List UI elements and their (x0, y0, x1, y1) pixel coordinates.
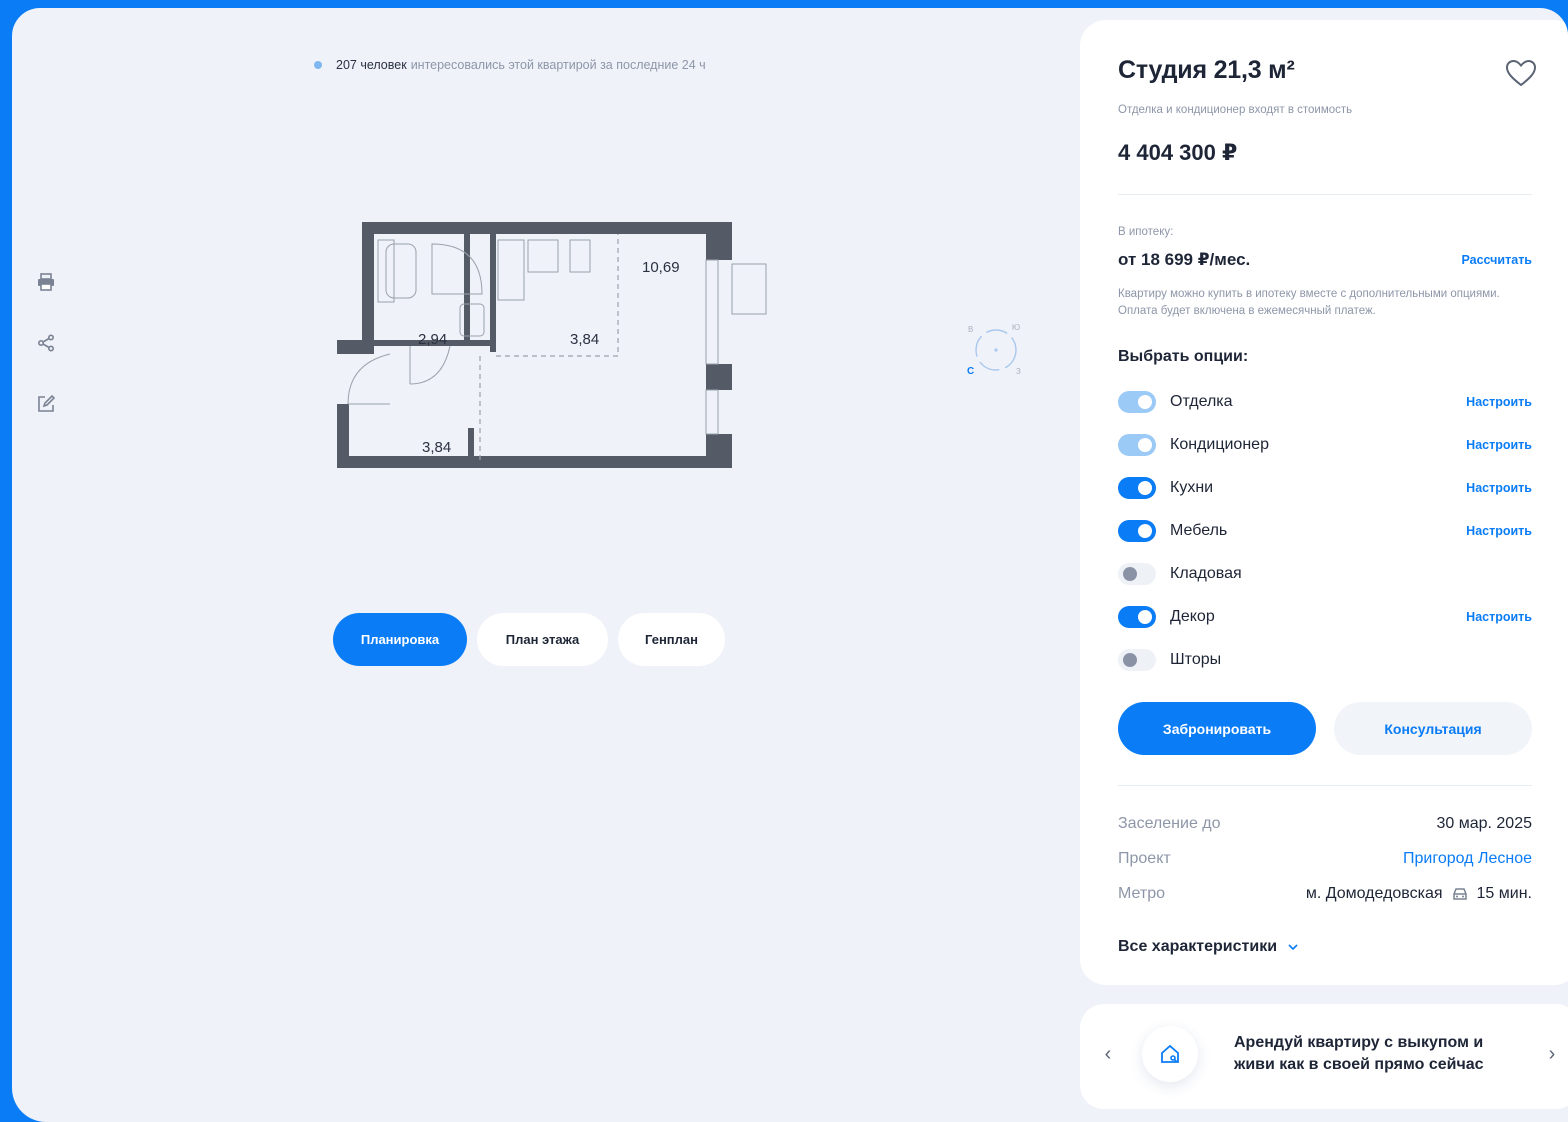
configure-decor-link[interactable]: Настроить (1466, 610, 1532, 624)
configure-finishing-link[interactable]: Настроить (1466, 395, 1532, 409)
option-label: Кондиционер (1170, 436, 1269, 453)
option-label: Кладовая (1170, 565, 1242, 582)
toggle-curtains[interactable] (1118, 649, 1156, 671)
compass-icon: Ю В С З (967, 323, 1021, 377)
apartment-subtitle: Отделка и кондиционер входят в стоимость (1118, 104, 1353, 116)
toggle-kitchen[interactable] (1118, 477, 1156, 499)
mortgage-label: В ипотеку: (1118, 226, 1174, 238)
option-row-furniture: Мебель Настроить (1118, 518, 1532, 544)
edit-icon[interactable] (34, 392, 58, 416)
status-dot (314, 61, 322, 69)
car-icon (1452, 888, 1467, 900)
info-project: Проект Пригород Лесное (1118, 850, 1532, 868)
toggle-storage[interactable] (1118, 563, 1156, 585)
option-label: Мебель (1170, 522, 1228, 539)
all-characteristics-link[interactable]: Все характеристики (1118, 938, 1299, 956)
project-link[interactable]: Пригород Лесное (1403, 850, 1532, 868)
info-value: 30 мар. 2025 (1436, 815, 1532, 832)
option-row-ac: Кондиционер Настроить (1118, 432, 1532, 458)
option-label: Кухни (1170, 479, 1214, 496)
view-tabs: Планировка План этажа Генплан (333, 613, 725, 666)
print-icon[interactable] (34, 270, 58, 294)
metro-time: 15 мин. (1476, 885, 1532, 902)
all-characteristics-label: Все характеристики (1118, 938, 1278, 955)
compass-south: Ю (1012, 323, 1020, 332)
compass-west: З (1016, 367, 1021, 376)
option-label: Отделка (1170, 393, 1233, 410)
info-metro: Метро м. Домодедовская 15 мин. (1118, 885, 1532, 903)
calculate-link[interactable]: Рассчитать (1461, 253, 1532, 267)
interest-count: 207 человек (336, 58, 407, 72)
consult-button[interactable]: Консультация (1334, 702, 1532, 755)
chevron-down-icon (1288, 944, 1298, 951)
compass-north: С (967, 366, 974, 377)
info-label: Проект (1118, 850, 1171, 867)
metro-info: м. Домодедовская 15 мин. (1306, 885, 1532, 903)
compass-east: В (968, 325, 973, 334)
option-row-finishing: Отделка Настроить (1118, 389, 1532, 415)
promo-banner: ‹ Арендуй квартиру с выкупом и живи как … (1080, 1004, 1568, 1109)
chevron-left-icon[interactable]: ‹ (1100, 1043, 1116, 1065)
interest-text: интересовались этой квартирой за последн… (410, 58, 706, 72)
metro-station: м. Домодедовская (1305, 885, 1443, 902)
apartment-price: 4 404 300 ₽ (1118, 140, 1238, 165)
room-area-bath: 2,94 (418, 331, 447, 348)
configure-ac-link[interactable]: Настроить (1466, 438, 1532, 452)
toggle-ac[interactable] (1118, 434, 1156, 456)
option-label: Шторы (1170, 651, 1222, 668)
info-label: Метро (1118, 885, 1165, 902)
apartment-card: Студия 21,3 м² Отделка и кондиционер вхо… (1080, 20, 1568, 985)
book-button[interactable]: Забронировать (1118, 702, 1316, 755)
divider (1118, 194, 1532, 195)
chevron-right-icon[interactable]: › (1544, 1043, 1560, 1065)
tab-floor-plan[interactable]: План этажа (477, 613, 608, 666)
page-frame: 207 человек интересовались этой квартиро… (12, 8, 1568, 1122)
info-move-in: Заселение до 30 мар. 2025 (1118, 815, 1532, 833)
option-row-curtains: Шторы (1118, 647, 1532, 673)
option-label: Декор (1170, 608, 1215, 625)
toggle-finishing[interactable] (1118, 391, 1156, 413)
favorite-heart-icon[interactable] (1504, 58, 1538, 88)
house-key-icon (1161, 1044, 1179, 1063)
option-row-kitchen: Кухни Настроить (1118, 475, 1532, 501)
tab-layout[interactable]: Планировка (333, 613, 467, 666)
divider (1118, 785, 1532, 786)
option-row-decor: Декор Настроить (1118, 604, 1532, 630)
floor-plan: 10,69 2,94 3,84 3,84 (337, 222, 767, 468)
interest-banner: 207 человек интересовались этой квартиро… (314, 58, 706, 72)
promo-icon-wrap (1142, 1026, 1198, 1082)
options-title: Выбрать опции: (1118, 348, 1249, 365)
option-row-storage: Кладовая (1118, 561, 1532, 587)
room-area-kitchen: 3,84 (570, 331, 599, 348)
share-icon[interactable] (34, 331, 58, 355)
apartment-title: Студия 21,3 м² (1118, 56, 1295, 84)
left-toolbar (34, 270, 58, 453)
promo-text: Арендуй квартиру с выкупом и живи как в … (1234, 1034, 1484, 1073)
toggle-furniture[interactable] (1118, 520, 1156, 542)
mortgage-value: от 18 699 ₽/мес. (1118, 250, 1251, 269)
mortgage-note: Квартиру можно купить в ипотеку вместе с… (1118, 288, 1500, 317)
room-area-hall: 3,84 (422, 439, 451, 456)
tab-site-plan[interactable]: Генплан (618, 613, 725, 666)
info-label: Заселение до (1118, 815, 1221, 832)
configure-furniture-link[interactable]: Настроить (1466, 524, 1532, 538)
configure-kitchen-link[interactable]: Настроить (1466, 481, 1532, 495)
room-area-main: 10,69 (642, 259, 680, 276)
toggle-decor[interactable] (1118, 606, 1156, 628)
